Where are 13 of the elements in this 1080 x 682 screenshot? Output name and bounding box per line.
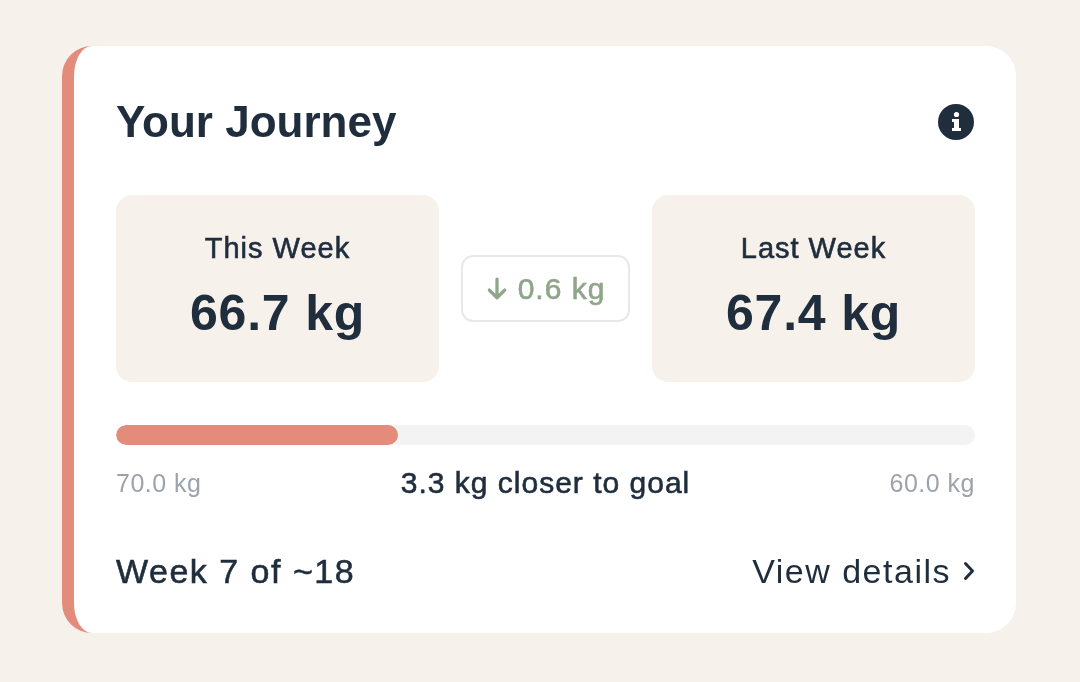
card-title: Your Journey [116,96,397,148]
goal-weight-label: 60.0 kg [889,468,975,498]
info-icon[interactable] [938,104,974,140]
change-text: 0.6 kg [517,270,606,307]
chevron-icon [963,561,975,581]
stat-label: Last Week [740,231,887,265]
week-counter: Week 7 of ~18 [116,551,356,591]
stat-label: This Week [204,231,351,265]
start-weight-label: 70.0 kg [116,468,202,498]
view-details-link[interactable]: View details [752,551,975,591]
stat-value: 67.4 kg [725,284,902,343]
stat-value: 66.7 kg [189,284,366,343]
progress-summary: 3.3 kg closer to goal [400,465,691,501]
